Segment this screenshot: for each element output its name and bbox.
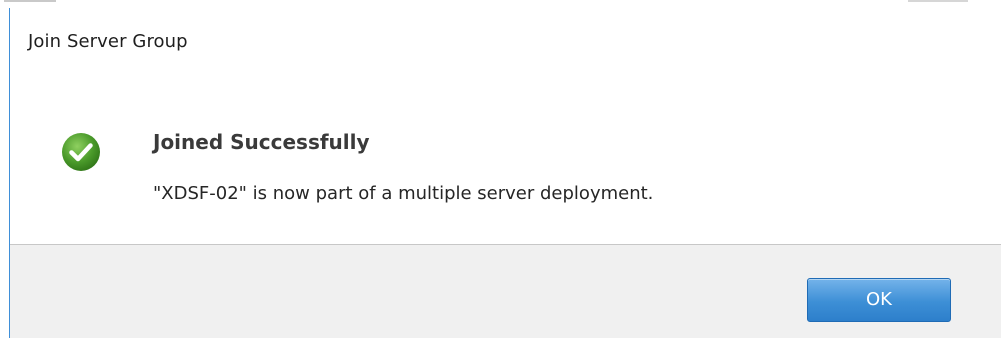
background-window-edge-right	[908, 0, 968, 2]
dialog-footer: OK	[10, 244, 1001, 338]
dialog-heading: Joined Successfully	[153, 130, 370, 154]
background-window-edge-left	[4, 0, 56, 2]
dialog-message: "XDSF-02" is now part of a multiple serv…	[153, 183, 654, 204]
dialog-title: Join Server Group	[28, 31, 188, 52]
join-server-group-dialog: Join Server Group Joined Successfully "X…	[9, 8, 1001, 338]
window-top-edge	[0, 0, 1001, 8]
success-check-icon	[62, 133, 100, 171]
ok-button[interactable]: OK	[807, 278, 951, 322]
